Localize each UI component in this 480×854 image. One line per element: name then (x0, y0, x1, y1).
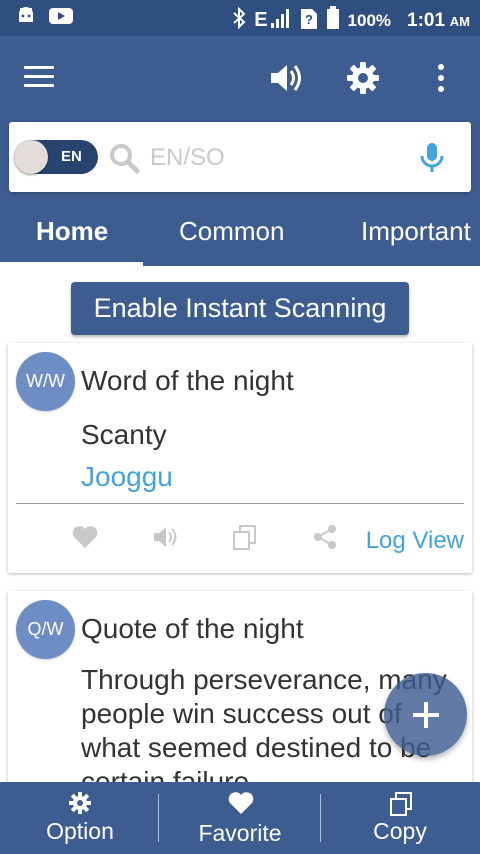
network-type: E (254, 9, 268, 31)
no-sim-icon: ? (300, 6, 318, 35)
microphone-icon[interactable] (419, 142, 445, 179)
divider (16, 503, 464, 504)
gear-icon[interactable] (345, 60, 381, 96)
status-bar: E ? 100% 1:01 AM (0, 0, 480, 36)
plus-icon (413, 702, 439, 728)
toggle-label: EN (61, 148, 82, 165)
clock-ampm: AM (449, 13, 470, 29)
favorite-button[interactable]: Favorite (160, 782, 320, 854)
word-badge: W/W (16, 352, 75, 411)
tab-common[interactable]: Common (179, 216, 284, 247)
app-bar (0, 36, 480, 120)
toggle-knob[interactable] (14, 140, 48, 174)
search-box: EN (9, 122, 471, 192)
tab-home[interactable]: Home (36, 216, 108, 247)
heart-icon (228, 792, 254, 814)
bottom-bar: Option Favorite Copy (0, 782, 480, 854)
translation-text: Jooggu (81, 461, 173, 492)
android-icon (16, 6, 36, 31)
battery-level: 100% (347, 10, 392, 30)
speaker-icon[interactable] (267, 60, 303, 96)
quote-badge: Q/W (16, 600, 75, 659)
copy-icon (390, 792, 412, 816)
copy-icon[interactable] (231, 523, 259, 551)
tab-bar: Home Common Important (0, 202, 480, 266)
search-icon (108, 142, 140, 179)
clock-time: 1:01 (407, 9, 446, 31)
bluetooth-icon (232, 6, 246, 34)
copy-label: Copy (373, 818, 427, 844)
search-area: EN (0, 120, 480, 202)
svg-text:?: ? (305, 12, 313, 27)
gear-icon (69, 792, 91, 814)
add-button[interactable] (384, 673, 467, 756)
menu-icon[interactable] (24, 64, 54, 90)
favorite-label: Favorite (198, 820, 282, 846)
enable-scanning-button[interactable]: Enable Instant Scanning (71, 282, 409, 335)
copy-button[interactable]: Copy (320, 782, 480, 854)
option-label: Option (46, 818, 114, 844)
option-button[interactable]: Option (0, 782, 160, 854)
separator (158, 794, 159, 842)
more-vert-icon[interactable] (423, 60, 459, 96)
card-title: Word of the night (81, 365, 294, 396)
signal-icon (270, 7, 292, 34)
battery-icon (326, 6, 340, 35)
tab-important[interactable]: Important (361, 216, 471, 247)
card-title: Quote of the night (81, 613, 304, 644)
word-text: Scanty (81, 419, 167, 450)
language-toggle[interactable]: EN (14, 140, 98, 174)
share-icon[interactable] (311, 523, 339, 551)
word-of-night-card: W/W Word of the night Scanty Jooggu Log … (8, 343, 472, 573)
log-view-link[interactable]: Log View (366, 527, 464, 555)
search-input[interactable] (150, 140, 410, 176)
youtube-icon (48, 6, 74, 31)
speaker-icon[interactable] (151, 523, 179, 551)
heart-icon[interactable] (71, 523, 99, 551)
